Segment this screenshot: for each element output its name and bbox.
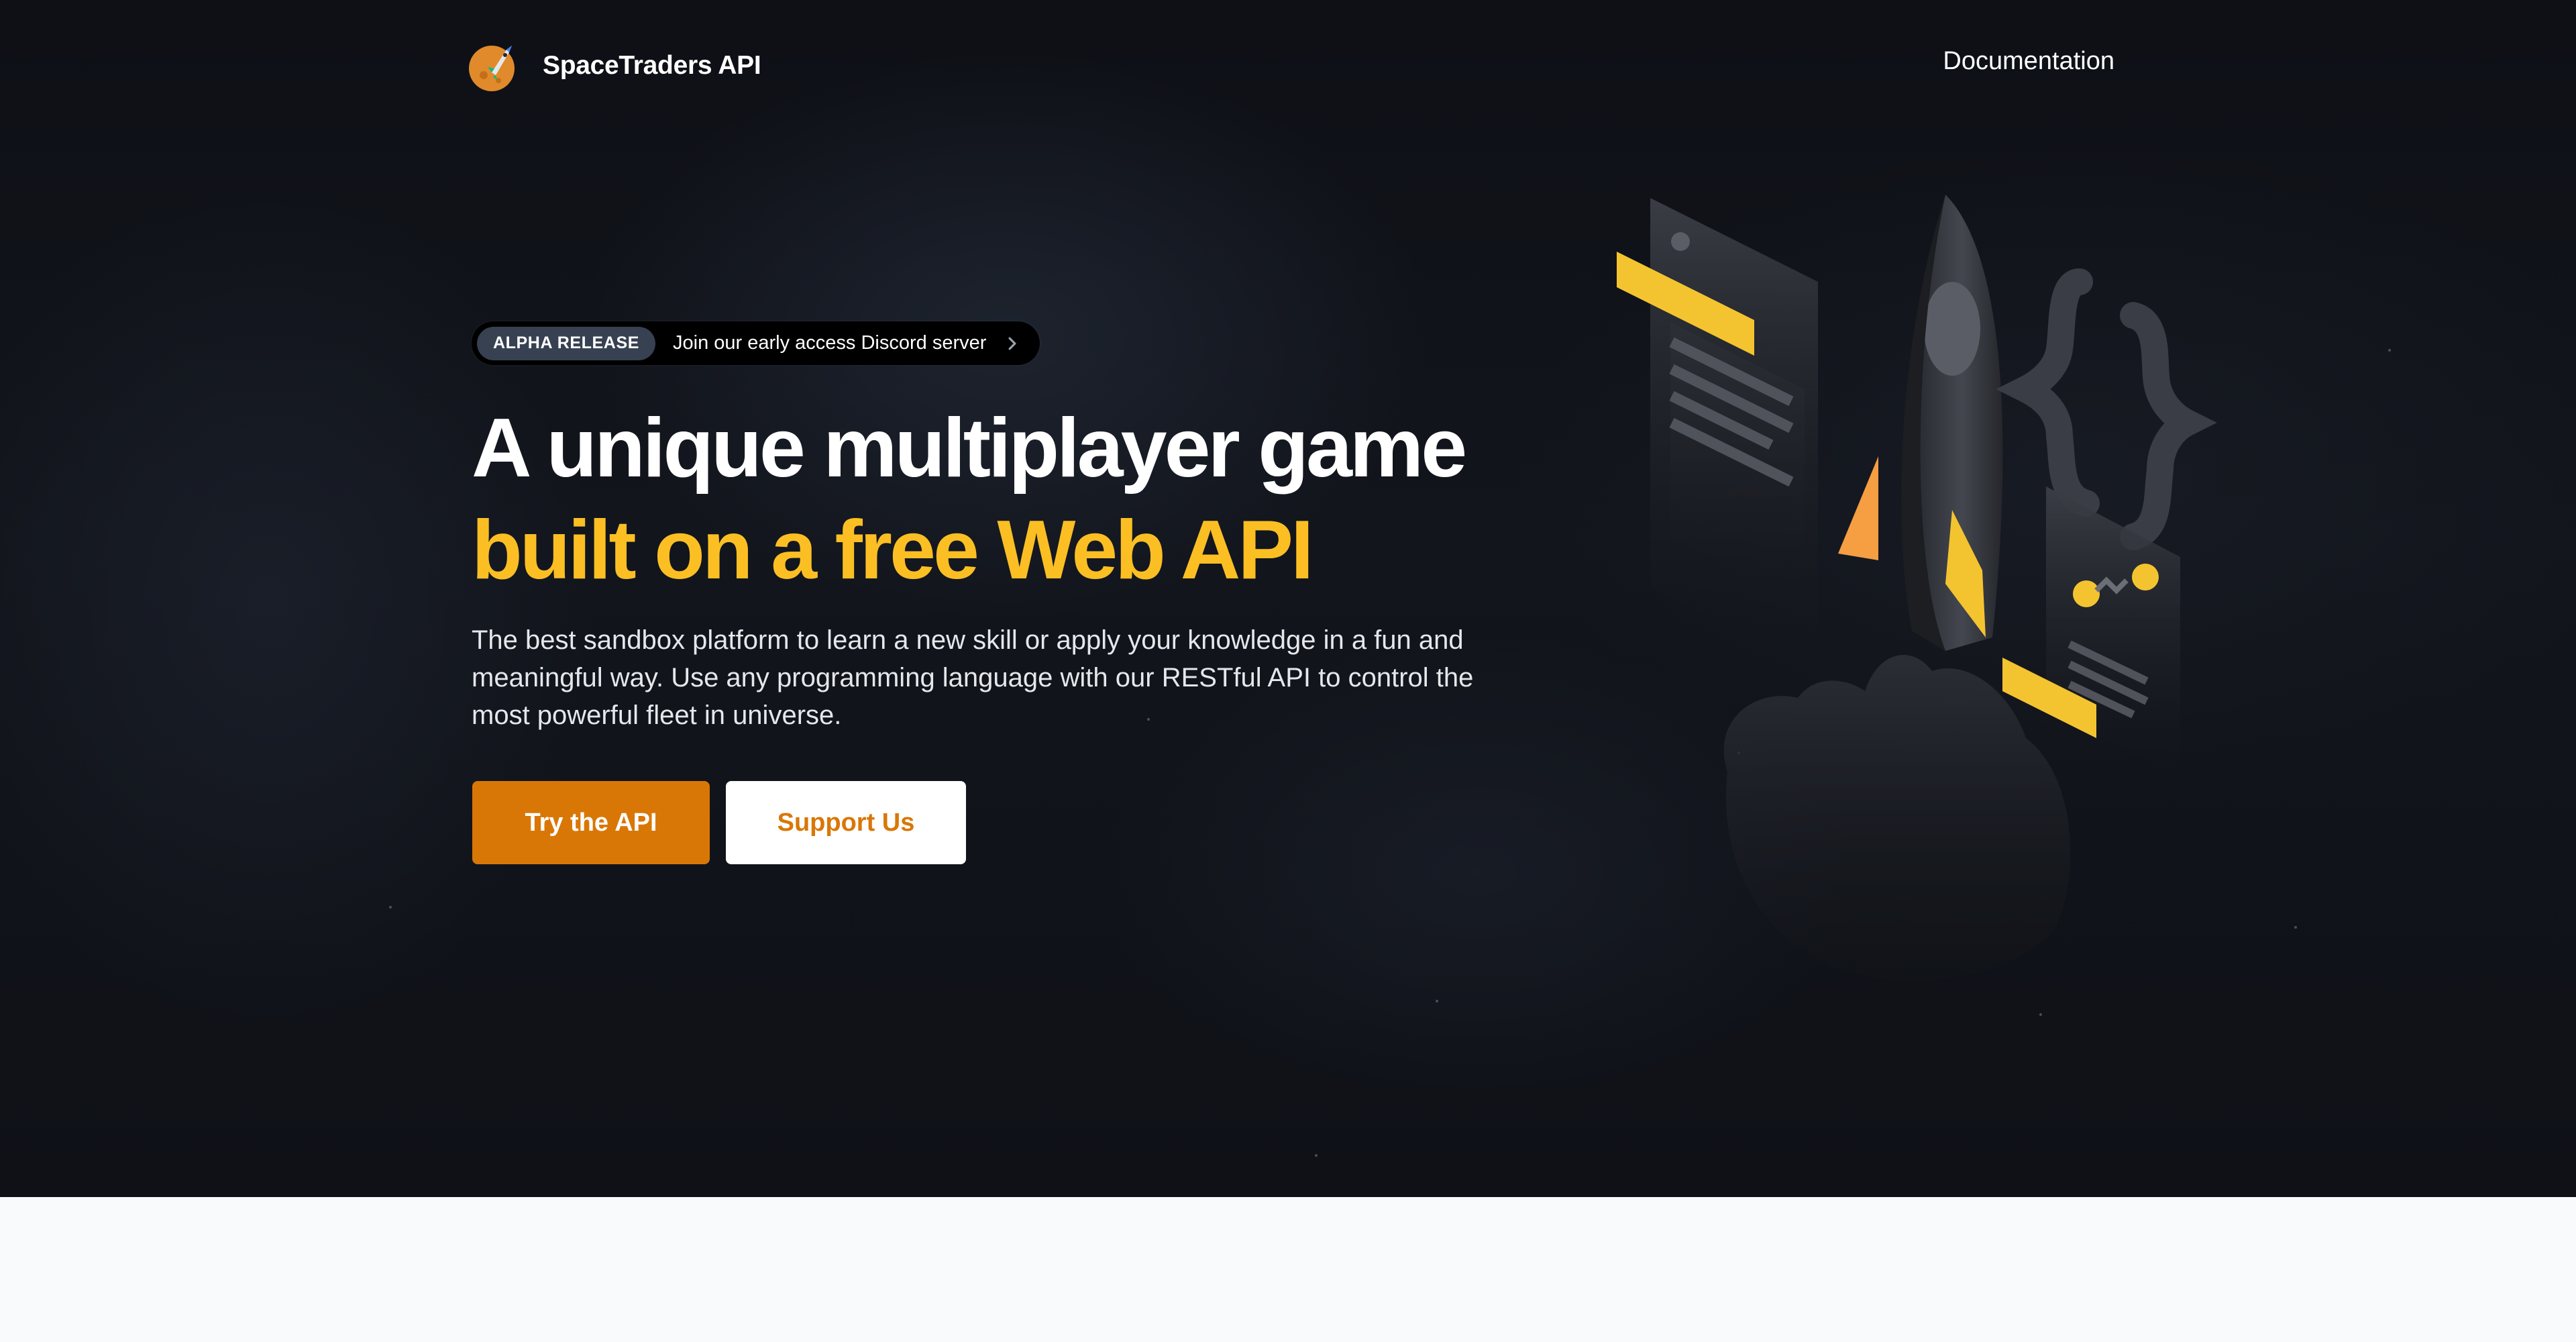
star-decoration: [2388, 349, 2391, 352]
lower-content-section: [0, 1197, 2576, 1342]
chevron-right-icon: [1008, 337, 1016, 350]
top-navigation: SpaceTraders API Documentation: [0, 0, 2576, 127]
hero-section: SpaceTraders API Documentation ALPHA REL…: [0, 0, 2576, 1197]
star-decoration: [1436, 1000, 1438, 1002]
alpha-release-pill: ALPHA RELEASE: [477, 326, 656, 360]
badge-text: Join our early access Discord server: [673, 332, 987, 354]
star-decoration: [2039, 1013, 2042, 1016]
hero-description: The best sandbox platform to learn a new…: [472, 625, 1474, 730]
rocket-code-illustration-icon: [1617, 195, 2217, 980]
star-decoration: [389, 906, 392, 909]
star-decoration: [1315, 1154, 1318, 1157]
brand-home-link[interactable]: SpaceTraders API: [465, 38, 761, 94]
nav-documentation-link[interactable]: Documentation: [1943, 47, 2114, 76]
hero-title: A unique multiplayer game built on a fre…: [472, 397, 1545, 601]
rocket-planet-logo-icon: [469, 46, 515, 91]
hero-title-line2: built on a free Web API: [472, 504, 1313, 597]
try-api-button[interactable]: Try the API: [472, 781, 710, 864]
star-decoration: [2294, 926, 2297, 929]
brand-name: SpaceTraders API: [543, 51, 761, 80]
support-us-button[interactable]: Support Us: [726, 781, 966, 864]
hero-title-line1: A unique multiplayer game: [472, 402, 1467, 495]
discord-announcement-badge[interactable]: ALPHA RELEASE Join our early access Disc…: [472, 321, 1040, 365]
